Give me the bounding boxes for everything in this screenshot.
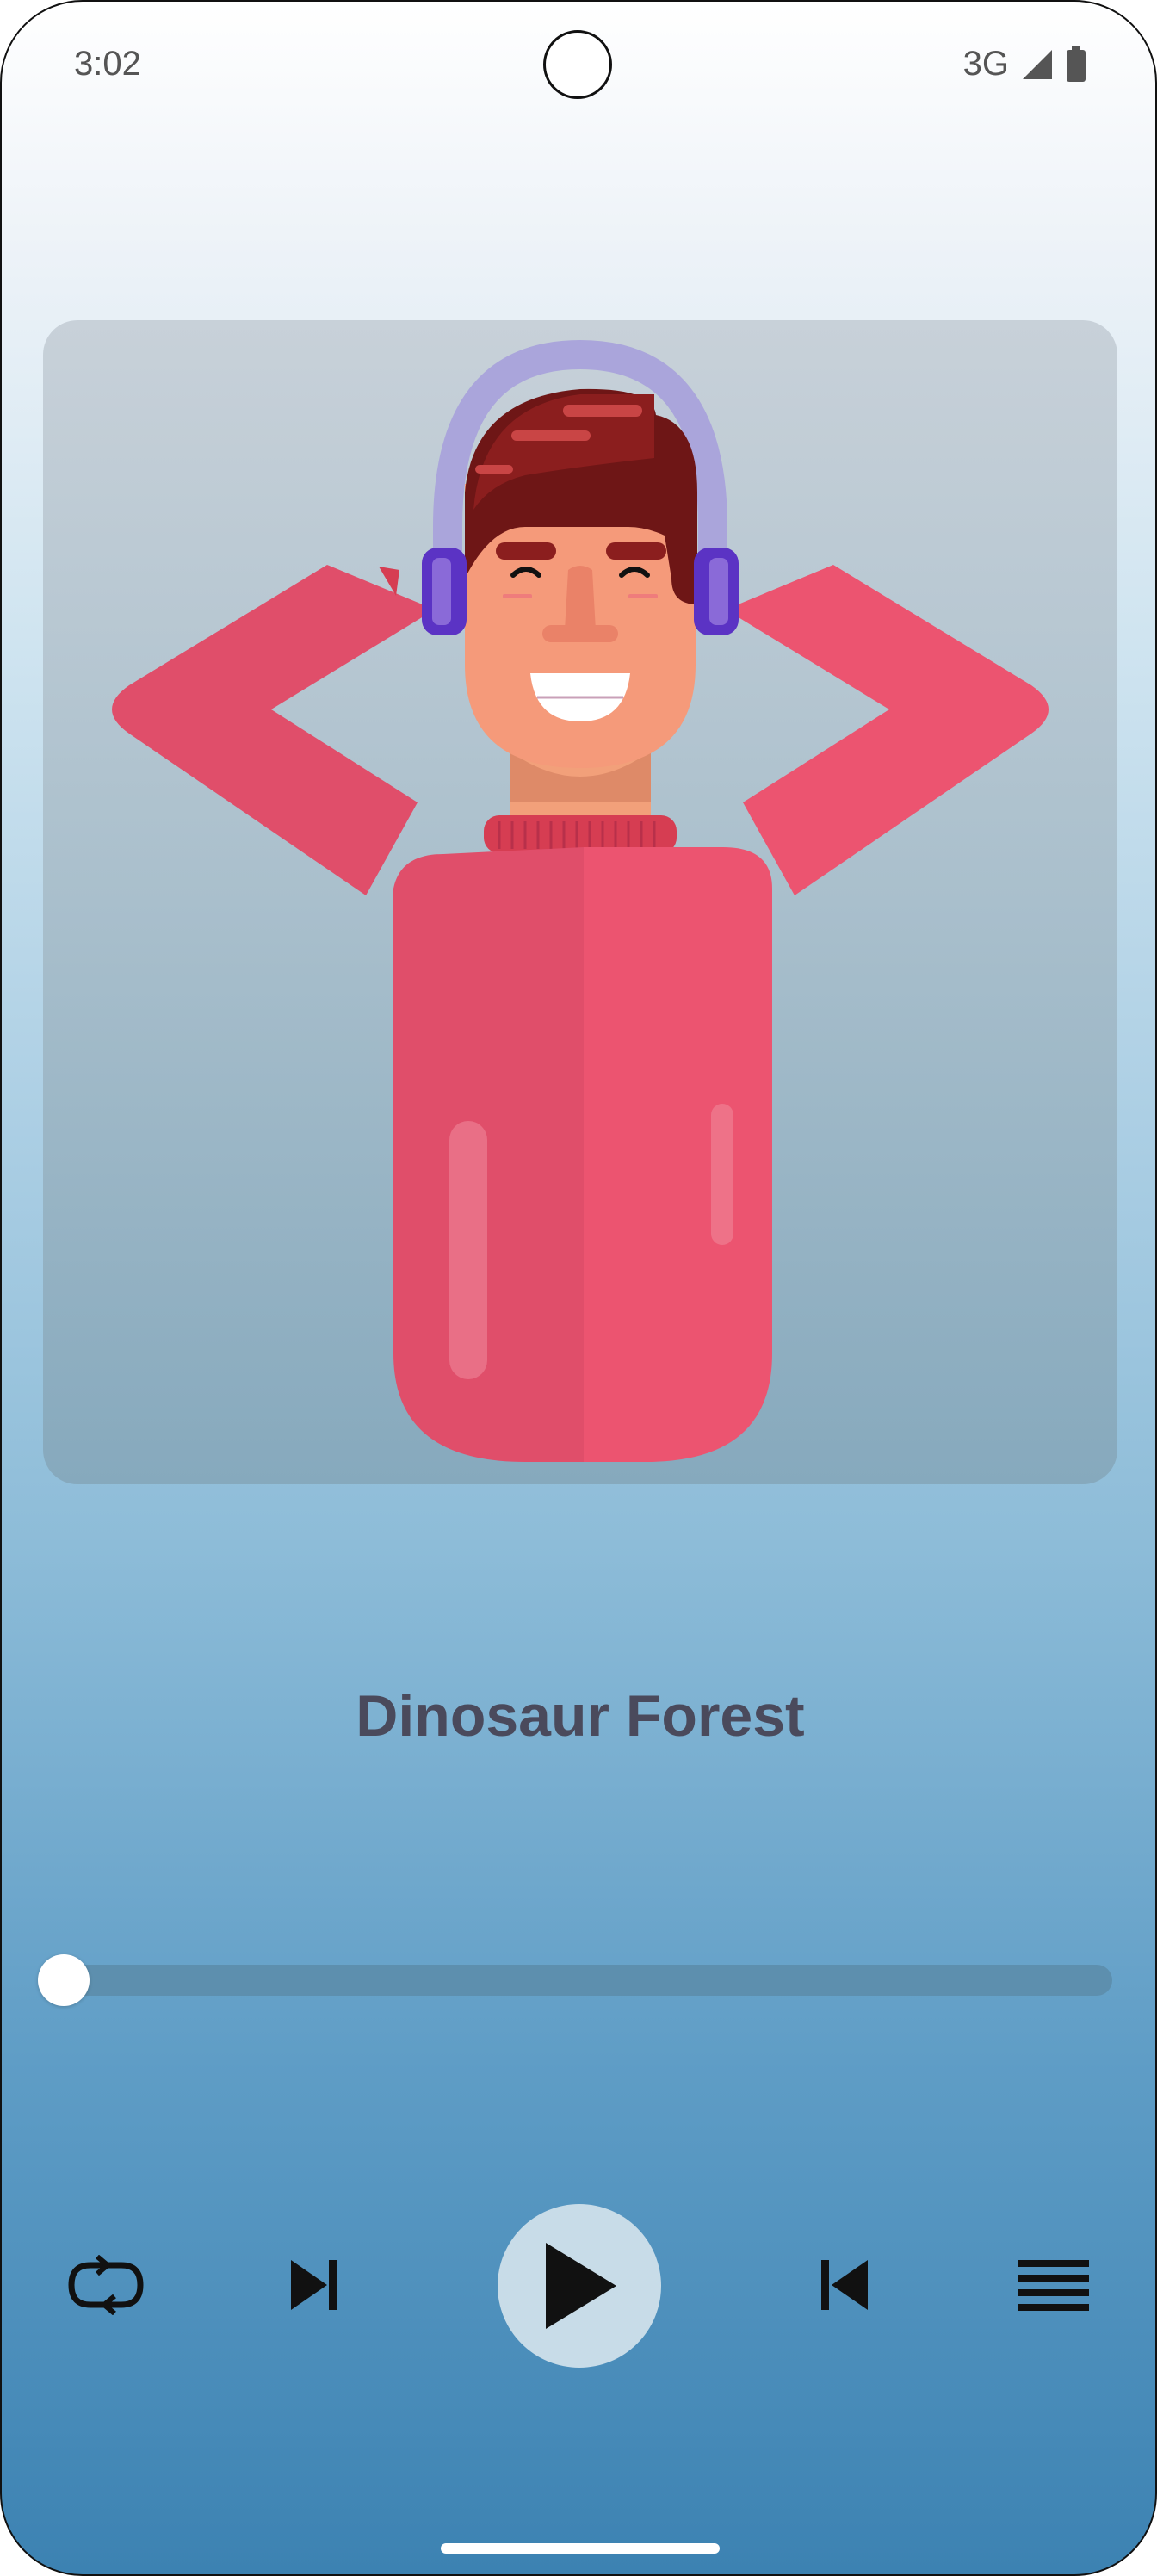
- status-icons: 3G: [963, 45, 1086, 84]
- play-icon: [546, 2243, 616, 2329]
- repeat-button[interactable]: [59, 2249, 153, 2321]
- sweater-left: [393, 847, 584, 1462]
- skip-next-button[interactable]: [275, 2254, 353, 2316]
- phone-screen: 3:02 3G Dinosaur Forest: [0, 0, 1157, 2576]
- seek-bar[interactable]: [43, 1965, 1112, 1996]
- playlist-button[interactable]: [1011, 2256, 1097, 2316]
- repeat-icon: [68, 2255, 144, 2315]
- network-type: 3G: [962, 45, 1009, 83]
- album-art: [43, 320, 1117, 1484]
- signal-icon: [1023, 49, 1052, 79]
- front-camera: [543, 30, 612, 99]
- battery-icon: [1067, 46, 1086, 82]
- play-button[interactable]: [498, 2204, 661, 2368]
- playlist-icon: [1018, 2260, 1089, 2311]
- right-arm: [726, 565, 1049, 895]
- seek-thumb[interactable]: [38, 1954, 90, 2006]
- skip-previous-button[interactable]: [806, 2254, 883, 2316]
- status-time: 3:02: [74, 45, 141, 83]
- man-with-headphones-illustration: [112, 339, 1049, 1462]
- home-indicator[interactable]: [441, 2543, 720, 2554]
- skip-next-icon: [291, 2260, 337, 2310]
- track-title: Dinosaur Forest: [356, 1683, 805, 1749]
- skip-previous-icon: [821, 2260, 868, 2310]
- sweater-right: [584, 847, 772, 1462]
- left-arm: [112, 565, 435, 895]
